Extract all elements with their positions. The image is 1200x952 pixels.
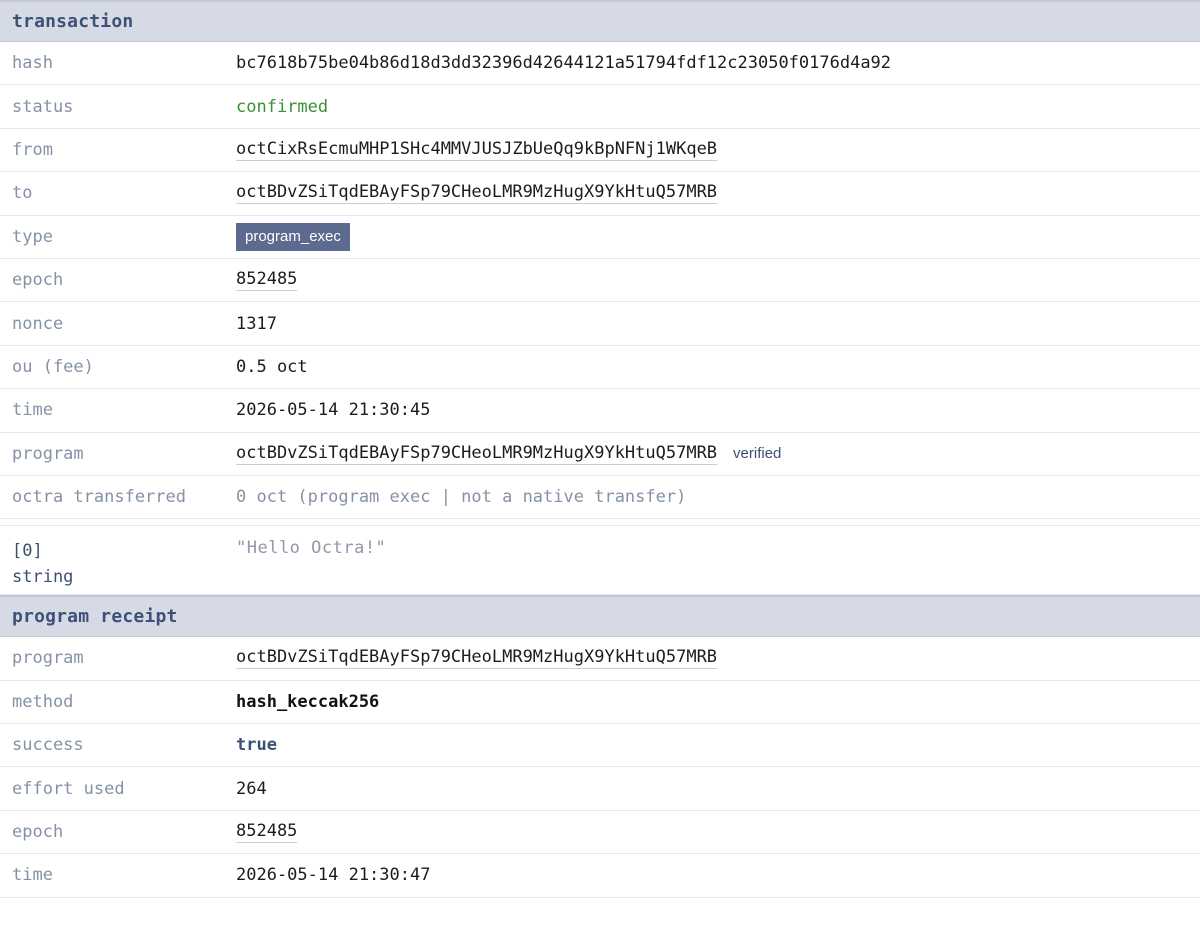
from-label: from bbox=[12, 139, 53, 160]
transaction-header: transaction bbox=[0, 0, 1200, 42]
nonce-row: nonce 1317 bbox=[0, 302, 1200, 346]
success-value: true bbox=[236, 735, 277, 756]
transferred-row: octra transferred 0 oct (program exec | … bbox=[0, 476, 1200, 520]
epoch-label: epoch bbox=[12, 270, 64, 291]
receipt-time-value: 2026-05-14 21:30:47 bbox=[236, 865, 431, 886]
hash-value: bc7618b75be04b86d18d3dd32396d42644121a51… bbox=[236, 53, 892, 74]
fee-row: ou (fee) 0.5 oct bbox=[0, 346, 1200, 390]
success-row: success true bbox=[0, 724, 1200, 768]
effort-value: 264 bbox=[236, 778, 267, 799]
to-label: to bbox=[12, 183, 33, 204]
fee-label: ou (fee) bbox=[12, 356, 94, 377]
fee-value: 0.5 oct bbox=[236, 356, 308, 377]
nonce-value: 1317 bbox=[236, 313, 277, 334]
verified-badge: verified bbox=[733, 445, 782, 463]
argument-type: string bbox=[12, 567, 74, 588]
status-label: status bbox=[12, 96, 74, 117]
type-label: type bbox=[12, 226, 53, 247]
time-row: time 2026-05-14 21:30:45 bbox=[0, 389, 1200, 433]
receipt-program-row: program octBDvZSiTqdEBAyFSp79CHeoLMR9MzH… bbox=[0, 637, 1200, 681]
hash-row: hash bc7618b75be04b86d18d3dd32396d426441… bbox=[0, 42, 1200, 86]
receipt-time-label: time bbox=[12, 865, 53, 886]
time-value: 2026-05-14 21:30:45 bbox=[236, 400, 431, 421]
transferred-label: octra transferred bbox=[12, 487, 186, 508]
time-label: time bbox=[12, 400, 53, 421]
type-badge: program_exec bbox=[236, 222, 350, 251]
program-row: program octBDvZSiTqdEBAyFSp79CHeoLMR9MzH… bbox=[0, 433, 1200, 476]
method-row: method hash_keccak256 bbox=[0, 681, 1200, 725]
effort-row: effort used 264 bbox=[0, 767, 1200, 811]
epoch-link[interactable]: 852485 bbox=[236, 269, 298, 292]
argument-value: "Hello Octra!" bbox=[236, 538, 387, 559]
success-label: success bbox=[12, 735, 84, 756]
status-row: status confirmed bbox=[0, 85, 1200, 129]
type-row: type program_exec bbox=[0, 216, 1200, 259]
receipt-program-label: program bbox=[12, 648, 84, 669]
argument-label: [0] string bbox=[0, 538, 236, 590]
program-label: program bbox=[12, 443, 84, 464]
epoch-row: epoch 852485 bbox=[0, 259, 1200, 303]
from-address-link[interactable]: octCixRsEcmuMHP1SHc4MMVJUSJZbUeQq9kBpNFN… bbox=[236, 139, 718, 161]
divider bbox=[0, 519, 1200, 527]
receipt-section: program receipt program octBDvZSiTqdEBAy… bbox=[0, 595, 1200, 898]
to-address-link[interactable]: octBDvZSiTqdEBAyFSp79CHeoLMR9MzHugX9YkHt… bbox=[236, 182, 718, 205]
nonce-label: nonce bbox=[12, 313, 64, 334]
receipt-header: program receipt bbox=[0, 595, 1200, 638]
transferred-value: 0 oct (program exec | not a native trans… bbox=[236, 487, 687, 508]
effort-label: effort used bbox=[12, 778, 125, 799]
from-row: from octCixRsEcmuMHP1SHc4MMVJUSJZbUeQq9k… bbox=[0, 129, 1200, 173]
to-row: to octBDvZSiTqdEBAyFSp79CHeoLMR9MzHugX9Y… bbox=[0, 172, 1200, 216]
transaction-section: transaction hash bc7618b75be04b86d18d3dd… bbox=[0, 0, 1200, 596]
argument-index: [0] bbox=[12, 541, 43, 562]
status-value: confirmed bbox=[236, 96, 329, 117]
receipt-time-row: time 2026-05-14 21:30:47 bbox=[0, 854, 1200, 898]
argument-row: [0] string "Hello Octra!" bbox=[0, 526, 1200, 596]
hash-label: hash bbox=[12, 53, 53, 74]
receipt-epoch-link[interactable]: 852485 bbox=[236, 821, 298, 844]
receipt-epoch-label: epoch bbox=[12, 822, 64, 843]
receipt-program-link[interactable]: octBDvZSiTqdEBAyFSp79CHeoLMR9MzHugX9YkHt… bbox=[236, 647, 718, 670]
method-value: hash_keccak256 bbox=[236, 691, 380, 712]
method-label: method bbox=[12, 691, 74, 712]
receipt-epoch-row: epoch 852485 bbox=[0, 811, 1200, 855]
program-address-link[interactable]: octBDvZSiTqdEBAyFSp79CHeoLMR9MzHugX9YkHt… bbox=[236, 443, 718, 465]
